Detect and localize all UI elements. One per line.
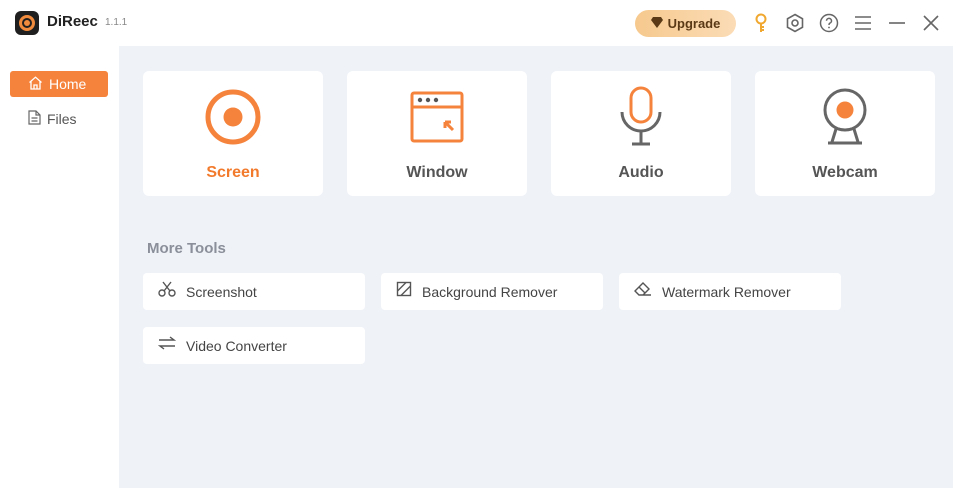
- eraser-icon: [634, 281, 652, 302]
- settings-icon[interactable]: [784, 12, 806, 34]
- tool-label: Video Converter: [186, 337, 287, 354]
- microphone-icon: [551, 85, 731, 149]
- app-version: 1.1.1: [105, 17, 128, 28]
- background-remover-tool-button[interactable]: Background Remover: [381, 273, 603, 310]
- scissors-icon: [158, 281, 176, 302]
- sidebar-item-label: Home: [49, 76, 87, 92]
- webcam-icon: [755, 85, 935, 149]
- close-icon[interactable]: [920, 12, 942, 34]
- tool-label: Screenshot: [186, 283, 257, 300]
- sidebar-item-files[interactable]: Files: [10, 106, 108, 132]
- diamond-icon: [650, 15, 663, 33]
- app-logo: [15, 11, 39, 35]
- upgrade-label: Upgrade: [667, 16, 721, 31]
- card-label: Window: [406, 164, 468, 181]
- tool-label: Background Remover: [422, 283, 558, 300]
- key-icon[interactable]: [750, 12, 772, 34]
- card-label: Screen: [206, 164, 260, 181]
- audio-record-card[interactable]: Audio: [551, 71, 731, 196]
- more-tools-title: More Tools: [147, 240, 226, 257]
- home-icon: [28, 75, 43, 93]
- minimize-icon[interactable]: [886, 12, 908, 34]
- watermark-remover-tool-button[interactable]: Watermark Remover: [619, 273, 841, 310]
- app-name: DiReec: [47, 13, 98, 30]
- title-bar: DiReec 1.1.1 Upgrade: [0, 0, 953, 46]
- card-label: Audio: [618, 164, 664, 181]
- main-panel: Screen Window Audio Webcam More Tools Sc…: [119, 46, 953, 488]
- window-record-card[interactable]: Window: [347, 71, 527, 196]
- screenshot-tool-button[interactable]: Screenshot: [143, 273, 365, 310]
- background-remove-icon: [396, 281, 412, 302]
- screen-record-icon: [143, 85, 323, 149]
- sidebar-item-home[interactable]: Home: [10, 71, 108, 97]
- file-icon: [28, 110, 41, 128]
- convert-arrows-icon: [157, 336, 177, 355]
- sidebar: Home Files: [0, 46, 119, 488]
- menu-icon[interactable]: [852, 12, 874, 34]
- card-label: Webcam: [812, 164, 878, 181]
- sidebar-item-label: Files: [47, 111, 77, 127]
- window-icon: [347, 85, 527, 149]
- help-icon[interactable]: [818, 12, 840, 34]
- tool-label: Watermark Remover: [662, 283, 791, 300]
- webcam-record-card[interactable]: Webcam: [755, 71, 935, 196]
- screen-record-card[interactable]: Screen: [143, 71, 323, 196]
- upgrade-button[interactable]: Upgrade: [635, 10, 736, 37]
- video-converter-tool-button[interactable]: Video Converter: [143, 327, 365, 364]
